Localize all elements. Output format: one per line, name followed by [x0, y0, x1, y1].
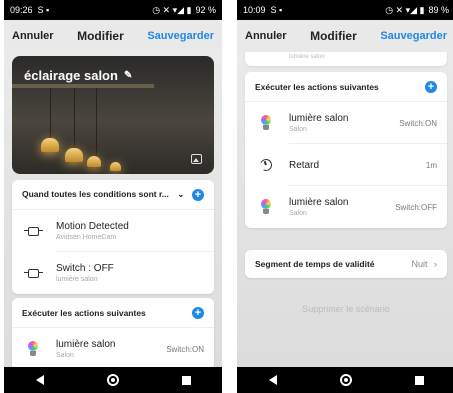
action-subtitle: Salon — [56, 352, 74, 359]
plug-icon — [22, 262, 44, 284]
status-bar: 10:09 S ▪ ◷ ✕ ▾◢ ▮ 89 % — [237, 0, 453, 20]
conditions-header[interactable]: Quand toutes les conditions sont r... ⌄ … — [12, 180, 214, 210]
recent-apps-icon[interactable] — [181, 375, 191, 385]
scene-name[interactable]: éclairage salon ✎ — [24, 68, 132, 83]
condition-subtitle: lumière salon — [56, 276, 98, 283]
scene-cover-image: éclairage salon ✎ — [12, 56, 214, 174]
condition-subtitle: Avidsen HomeCam — [56, 234, 117, 241]
top-bar: Annuler Modifier Sauvegarder — [237, 20, 453, 52]
back-icon[interactable] — [35, 375, 44, 385]
plug-icon — [22, 220, 44, 242]
lamp-3 — [87, 156, 101, 167]
add-condition-button[interactable]: + — [192, 188, 204, 201]
action-title: lumière salon — [289, 197, 349, 208]
condition-title: Switch : OFF — [56, 263, 114, 274]
battery-level: 89 % — [428, 5, 449, 15]
condition-item[interactable]: Switch : OFF lumière salon — [12, 252, 214, 294]
cancel-button[interactable]: Annuler — [12, 30, 54, 42]
lamp-2 — [65, 148, 83, 162]
faded-item-text: lumière salon — [289, 54, 325, 60]
status-time: 10:09 — [243, 5, 266, 15]
ceiling-beam — [12, 84, 154, 88]
cancel-button[interactable]: Annuler — [245, 30, 287, 42]
validity-card[interactable]: Segment de temps de validité Nuit › — [245, 250, 447, 278]
top-bar: Annuler Modifier Sauvegarder — [4, 20, 222, 52]
conditions-header-label: Quand toutes les conditions sont r... — [22, 189, 169, 199]
home-icon[interactable] — [106, 374, 119, 386]
android-nav-bar — [4, 367, 222, 393]
recent-apps-icon[interactable] — [414, 375, 424, 385]
conditions-card: Quand toutes les conditions sont r... ⌄ … — [12, 180, 214, 294]
bulb-icon — [255, 112, 277, 134]
bulb-icon — [255, 196, 277, 218]
add-action-button[interactable]: + — [192, 306, 204, 319]
chevron-down-icon[interactable]: ⌄ — [177, 189, 184, 199]
validity-label: Segment de temps de validité — [255, 259, 375, 269]
save-button[interactable]: Sauvegarder — [380, 30, 447, 42]
change-image-icon[interactable] — [191, 154, 202, 164]
notification-icon: S ▪ — [270, 5, 283, 15]
edit-pencil-icon[interactable]: ✎ — [124, 70, 132, 81]
signal-icons: ◷ ✕ ▾◢ ▮ — [385, 4, 425, 15]
scroll-content[interactable]: lumière salon Exécuter les actions suiva… — [237, 52, 453, 367]
action-value: Switch:ON — [166, 344, 204, 354]
actions-card: Exécuter les actions suivantes + lumière… — [245, 72, 447, 228]
action-value: Switch:ON — [399, 118, 437, 128]
action-item[interactable]: lumière salon Salon Switch:ON — [245, 102, 447, 144]
actions-header: Exécuter les actions suivantes + — [12, 298, 214, 328]
validity-row[interactable]: Segment de temps de validité Nuit › — [245, 250, 447, 278]
action-title: lumière salon — [289, 113, 349, 124]
action-value: Switch:OFF — [395, 202, 437, 212]
save-button[interactable]: Sauvegarder — [147, 30, 214, 42]
validity-value-group: Nuit › — [411, 259, 437, 269]
action-item[interactable]: lumière salon Salon Switch:ON — [12, 328, 214, 367]
page-title: Modifier — [310, 29, 357, 43]
signal-icons: ◷ ✕ ▾◢ ▮ — [152, 4, 192, 15]
action-item[interactable]: lumière salon Salon Switch:OFF — [245, 186, 447, 228]
actions-card: Exécuter les actions suivantes + lumière… — [12, 298, 214, 367]
status-time: 09:26 — [10, 5, 33, 15]
lamp-4 — [110, 162, 121, 171]
home-icon[interactable] — [339, 374, 352, 386]
left-screen: 09:26 S ▪ ◷ ✕ ▾◢ ▮ 92 % Annuler Modifier S… — [4, 0, 222, 393]
chevron-right-icon: › — [434, 259, 437, 269]
add-action-button[interactable]: + — [425, 80, 437, 93]
action-subtitle: Salon — [289, 210, 307, 217]
delete-scene-button[interactable]: Supprimer le scénario — [237, 304, 453, 314]
actions-header-text: Exécuter les actions suivantes — [22, 307, 146, 318]
action-title: lumière salon — [56, 339, 116, 350]
validity-value: Nuit — [411, 259, 428, 269]
condition-item[interactable]: Motion Detected Avidsen HomeCam — [12, 210, 214, 252]
delay-item[interactable]: Retard 1m — [245, 144, 447, 186]
page-title: Modifier — [77, 29, 124, 43]
right-screen: 10:09 S ▪ ◷ ✕ ▾◢ ▮ 89 % Annuler Modifier S… — [237, 0, 453, 393]
clock-icon — [255, 154, 277, 176]
actions-header-text: Exécuter les actions suivantes — [255, 81, 379, 92]
conditions-header-text: Quand toutes les conditions sont r... ⌄ — [22, 189, 184, 200]
lamp-1 — [41, 138, 59, 152]
faded-list-item: lumière salon — [245, 52, 447, 66]
scroll-content[interactable]: éclairage salon ✎ Quand toutes les condi… — [4, 52, 222, 367]
battery-level: 92 % — [195, 5, 216, 15]
bulb-icon — [22, 338, 44, 360]
actions-header: Exécuter les actions suivantes + — [245, 72, 447, 102]
scene-name-text: éclairage salon — [24, 68, 118, 83]
back-icon[interactable] — [268, 375, 277, 385]
condition-title: Motion Detected — [56, 221, 129, 232]
action-subtitle: Salon — [289, 126, 307, 133]
delay-title: Retard — [289, 159, 320, 171]
status-bar: 09:26 S ▪ ◷ ✕ ▾◢ ▮ 92 % — [4, 0, 222, 20]
delay-value: 1m — [425, 160, 437, 170]
android-nav-bar — [237, 367, 453, 393]
notification-icon: S ▪ — [37, 5, 50, 15]
